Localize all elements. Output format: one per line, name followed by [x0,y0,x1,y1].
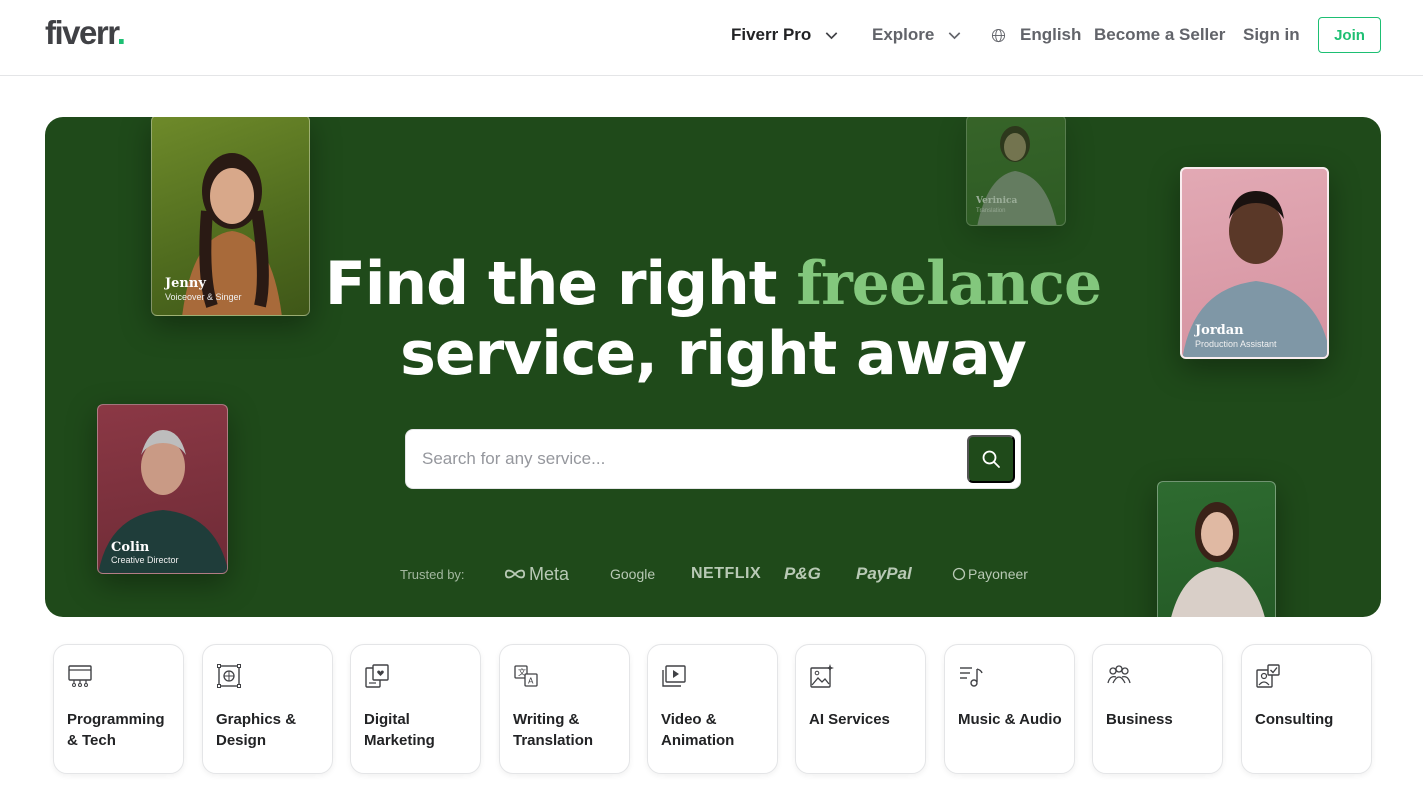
paypal-logo: PayPal [856,564,912,583]
category-label: Programming & Tech [67,711,165,749]
video-play-icon [662,665,686,687]
payoneer-logo: Payoneer [952,561,1028,587]
fiverr-logo[interactable]: fiverr. [45,14,126,52]
nav-sign-in-label: Sign in [1243,25,1300,44]
nav-language[interactable]: English [991,0,1081,70]
category-label: Video & Animation [661,711,735,749]
site-header: fiverr. Fiverr Pro Explore English Becom… [0,0,1423,76]
marketing-device-icon [365,664,389,688]
category-ai-services[interactable]: AI Services [795,644,926,774]
design-frame-icon [217,664,241,688]
search-bar [405,429,1021,489]
nav-fiverr-pro-label: Fiverr Pro [731,25,812,44]
hero-banner: Jenny Voiceover & Singer Colin Creative … [45,117,1381,617]
hero-title-prefix: Find the right [324,249,778,319]
monitor-icon [68,665,92,687]
hero-title: Find the right freelance service, right … [45,249,1381,389]
svg-text:A: A [528,677,534,686]
chevron-down-icon [826,31,838,39]
category-consulting[interactable]: Consulting [1241,644,1372,774]
category-business[interactable]: Business [1092,644,1223,774]
freelancer-card-unnamed [1157,481,1276,617]
nav-become-seller-label: Become a Seller [1094,25,1226,44]
category-label: Music & Audio [958,711,1062,728]
nav-fiverr-pro[interactable]: Fiverr Pro [731,0,838,70]
category-label: Graphics & Design [216,711,297,749]
trusted-by-label: Trusted by: [400,566,465,582]
consulting-check-icon [1256,664,1280,688]
category-label: Writing & Translation [513,711,594,749]
category-row: Programming & Tech Graphics & Design Dig… [53,644,1373,774]
netflix-logo: NETFLIX [691,565,762,582]
svg-text:文: 文 [518,667,526,677]
translation-icon: 文A [514,665,538,687]
nav-sign-in[interactable]: Sign in [1243,0,1300,70]
category-programming-tech[interactable]: Programming & Tech [53,644,184,774]
category-video-animation[interactable]: Video & Animation [647,644,778,774]
nav-explore-label: Explore [872,25,935,44]
ai-image-icon [810,664,834,688]
category-digital-marketing[interactable]: Digital Marketing [350,644,481,774]
nav-explore[interactable]: Explore [872,0,961,70]
freelancer-name: Verinica [976,196,1018,206]
meta-infinity-icon [504,569,526,579]
google-logo: Google [610,566,656,582]
category-label: AI Services [809,711,890,728]
freelancer-portrait [1171,502,1265,617]
meta-logo: Meta [504,561,569,587]
globe-icon [991,28,1006,42]
category-label: Digital Marketing [364,711,435,749]
nav-become-seller[interactable]: Become a Seller [1094,0,1225,70]
search-button[interactable] [967,435,1015,483]
nav-language-label: English [1020,25,1082,44]
category-label: Consulting [1255,711,1334,728]
freelancer-name: Colin [111,540,150,555]
hero-title-line2: service, right away [400,319,1027,389]
freelancer-role: Translation [976,208,1006,214]
category-label: Business [1106,711,1173,728]
chevron-down-icon [949,31,961,39]
payoneer-circle-icon [952,567,966,581]
category-writing-translation[interactable]: 文A Writing & Translation [499,644,630,774]
freelancer-role: Creative Director [111,555,179,565]
people-icon [1107,665,1131,684]
category-music-audio[interactable]: Music & Audio [944,644,1075,774]
join-button[interactable]: Join [1318,17,1381,53]
freelancer-card-colin: Colin Creative Director [97,404,228,574]
pg-logo: P&G [784,564,821,583]
search-input[interactable] [406,430,962,488]
music-note-icon [960,667,983,687]
hero-title-accent: freelance [796,249,1102,319]
search-icon [982,450,1000,468]
freelancer-card-verinica: Verinica Translation [966,117,1066,226]
category-graphics-design[interactable]: Graphics & Design [202,644,333,774]
